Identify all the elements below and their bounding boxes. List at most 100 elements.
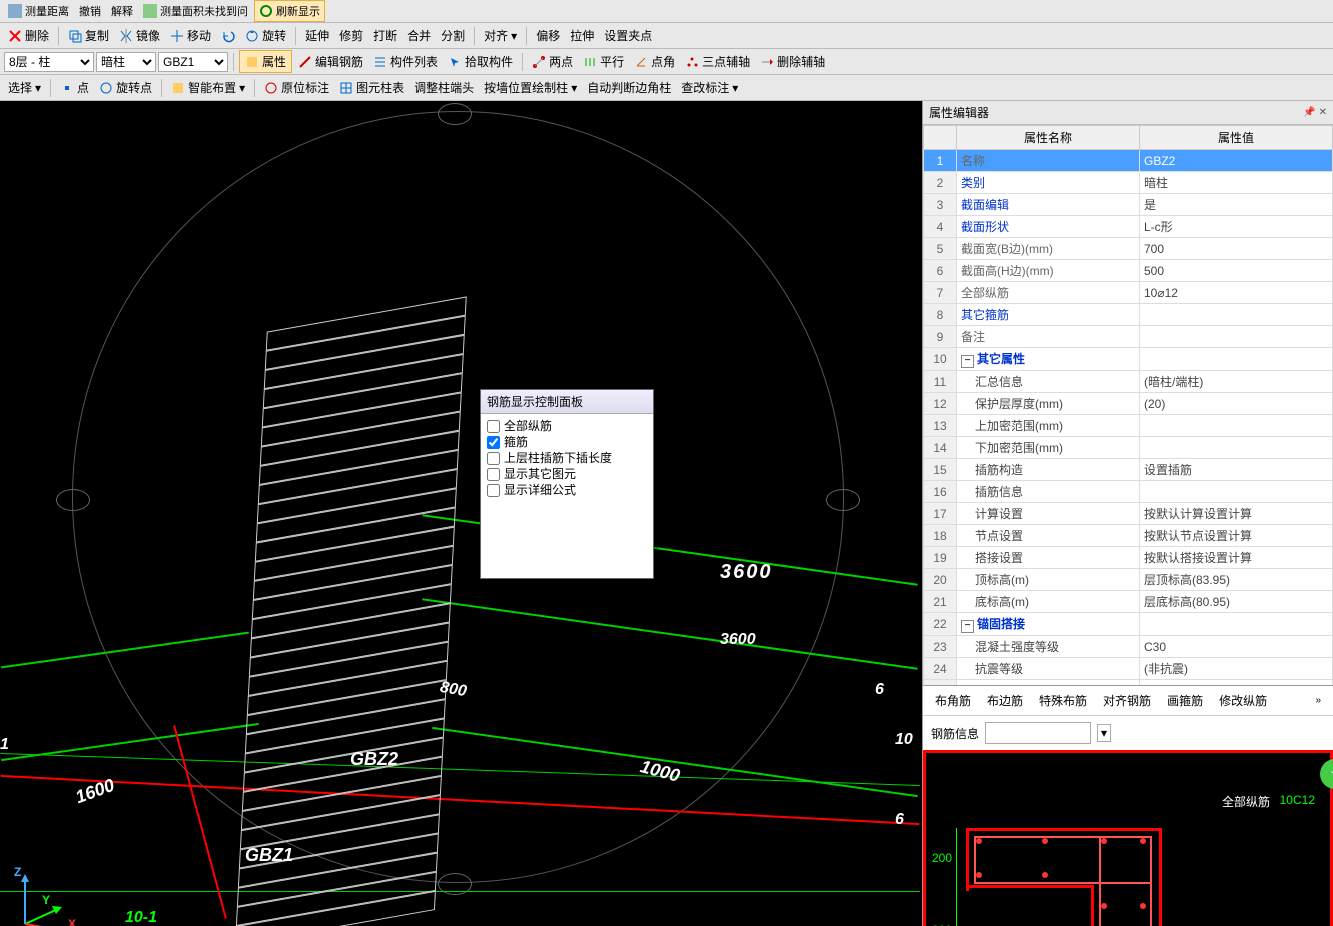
property-row[interactable]: 2类别暗柱 bbox=[924, 172, 1333, 194]
opt-show-other[interactable]: 显示其它图元 bbox=[487, 466, 647, 482]
property-row[interactable]: 6截面高(H边)(mm)500 bbox=[924, 260, 1333, 282]
component-list-button[interactable]: 构件列表 bbox=[369, 51, 442, 72]
property-row[interactable]: 20顶标高(m)层顶标高(83.95) bbox=[924, 569, 1333, 591]
attributes-button[interactable]: 属性 bbox=[239, 50, 292, 73]
property-row[interactable]: 11汇总信息(暗柱/端柱) bbox=[924, 371, 1333, 393]
split-button[interactable]: 分割 bbox=[437, 25, 469, 46]
setgrip-button[interactable]: 设置夹点 bbox=[600, 25, 656, 46]
property-row[interactable]: 4截面形状L-c形 bbox=[924, 216, 1333, 238]
auto-judge-button[interactable]: 自动判断边角柱 bbox=[583, 77, 675, 98]
property-row[interactable]: 7全部纵筋10⌀12 bbox=[924, 282, 1333, 304]
component-type-select[interactable]: 暗柱 bbox=[96, 52, 156, 72]
align-button[interactable]: 对齐 ▾ bbox=[480, 25, 521, 46]
property-row[interactable]: 23混凝土强度等级C30 bbox=[924, 636, 1333, 658]
3d-viewport[interactable]: document.write(Array(32).fill('<div clas… bbox=[0, 101, 922, 926]
component-name-select[interactable]: GBZ1 bbox=[158, 52, 228, 72]
rebar-info-input[interactable] bbox=[985, 722, 1091, 744]
tool-unknown-4[interactable]: 测量面积未找到问 bbox=[139, 1, 252, 21]
property-row[interactable]: 5截面宽(B边)(mm)700 bbox=[924, 238, 1333, 260]
pick-component-button[interactable]: 拾取构件 bbox=[444, 51, 517, 72]
rebar-dot bbox=[1140, 903, 1146, 909]
rebar-info-dropdown-icon[interactable]: ▾ bbox=[1097, 724, 1111, 742]
extend-button[interactable]: 延伸 bbox=[301, 25, 333, 46]
rotate-point-button[interactable]: 旋转点 bbox=[95, 77, 156, 98]
property-row[interactable]: 17计算设置按默认计算设置计算 bbox=[924, 503, 1333, 525]
property-row[interactable]: 9备注 bbox=[924, 326, 1333, 348]
opt-all-rebar[interactable]: 全部纵筋 bbox=[487, 418, 647, 434]
property-row[interactable]: 10−其它属性 bbox=[924, 348, 1333, 371]
view-handle-left[interactable] bbox=[56, 489, 90, 511]
elem-table-button[interactable]: 图元柱表 bbox=[335, 77, 408, 98]
dim-label: 6 bbox=[875, 681, 884, 699]
column-3d[interactable]: document.write(Array(32).fill('<div clas… bbox=[233, 296, 467, 926]
property-editor-title: 属性编辑器 📌 ✕ bbox=[923, 101, 1333, 125]
smart-layout-button[interactable]: 智能布置 ▾ bbox=[167, 77, 249, 98]
axis-label: 10-1 bbox=[125, 909, 157, 926]
rebar-display-control-dialog[interactable]: 钢筋显示控制面板 全部纵筋 箍筋 上层柱插筋下插长度 显示其它图元 显示详细公式 bbox=[480, 389, 654, 579]
tab-corner[interactable]: 布角筋 bbox=[931, 690, 975, 711]
beam-line bbox=[0, 891, 920, 892]
tab-modify[interactable]: 修改纵筋 bbox=[1215, 690, 1271, 711]
property-row[interactable]: 21底标高(m)层底标高(80.95) bbox=[924, 591, 1333, 613]
check-label-button[interactable]: 查改标注 ▾ bbox=[677, 77, 742, 98]
point-angle-button[interactable]: 点角 bbox=[630, 51, 679, 72]
separator bbox=[161, 79, 162, 97]
tab-stirrup[interactable]: 画箍筋 bbox=[1163, 690, 1207, 711]
merge-button[interactable]: 合并 bbox=[403, 25, 435, 46]
opt-upper-insert[interactable]: 上层柱插筋下插长度 bbox=[487, 450, 647, 466]
rotate-button[interactable]: 旋转 bbox=[241, 25, 290, 46]
point-button[interactable]: 点 bbox=[56, 77, 93, 98]
property-row[interactable]: 22−锚固搭接 bbox=[924, 613, 1333, 636]
edit-rebar-button[interactable]: 编辑钢筋 bbox=[294, 51, 367, 72]
section-preview[interactable]: 全部纵筋 10C12 200 300 500 200 ⟲ bbox=[923, 750, 1333, 926]
tool-unknown-1[interactable]: 测量距离 bbox=[4, 1, 73, 21]
select-button[interactable]: 选择 ▾ bbox=[4, 77, 45, 98]
property-row[interactable]: 13上加密范围(mm) bbox=[924, 415, 1333, 437]
property-row[interactable]: 18节点设置按默认节点设置计算 bbox=[924, 525, 1333, 547]
property-row[interactable]: 19搭接设置按默认搭接设置计算 bbox=[924, 547, 1333, 569]
stretch-button[interactable]: 拉伸 bbox=[566, 25, 598, 46]
rebar-dot bbox=[976, 838, 982, 844]
property-row[interactable]: 1名称GBZ2 bbox=[924, 150, 1333, 172]
break-button[interactable]: 打断 bbox=[369, 25, 401, 46]
tool-unknown-3[interactable]: 解释 bbox=[107, 1, 137, 21]
three-axis-button[interactable]: 三点辅轴 bbox=[681, 51, 754, 72]
dim-label: 1 bbox=[0, 736, 9, 754]
view-handle-right[interactable] bbox=[826, 489, 860, 511]
floor-select[interactable]: 8层 - 柱 bbox=[4, 52, 94, 72]
delete-axis-button[interactable]: 删除辅轴 bbox=[756, 51, 829, 72]
trim-button[interactable]: 修剪 bbox=[335, 25, 367, 46]
property-row[interactable]: 14下加密范围(mm) bbox=[924, 437, 1333, 459]
wall-pos-button[interactable]: 按墙位置绘制柱 ▾ bbox=[480, 77, 581, 98]
move-button[interactable]: 移动 bbox=[166, 25, 215, 46]
property-row[interactable]: 24抗震等级(非抗震) bbox=[924, 658, 1333, 680]
tab-special[interactable]: 特殊布筋 bbox=[1035, 690, 1091, 711]
tab-align[interactable]: 对齐钢筋 bbox=[1099, 690, 1155, 711]
refresh-display-button[interactable]: 刷新显示 bbox=[254, 0, 325, 22]
opt-stirrup[interactable]: 箍筋 bbox=[487, 434, 647, 450]
undo-button[interactable] bbox=[217, 27, 239, 45]
delete-button[interactable]: 删除 bbox=[4, 25, 53, 46]
orig-label-button[interactable]: 原位标注 bbox=[260, 77, 333, 98]
tabs-more-icon[interactable]: » bbox=[1311, 693, 1325, 708]
property-row[interactable]: 15插筋构造设置插筋 bbox=[924, 459, 1333, 481]
pin-icon[interactable]: 📌 ✕ bbox=[1303, 107, 1327, 118]
parallel-button[interactable]: 平行 bbox=[579, 51, 628, 72]
separator bbox=[50, 79, 51, 97]
copy-button[interactable]: 复制 bbox=[64, 25, 113, 46]
section-dim-200: 200 bbox=[932, 851, 952, 865]
tool-unknown-2[interactable]: 撤销 bbox=[75, 1, 105, 21]
opt-show-formula[interactable]: 显示详细公式 bbox=[487, 482, 647, 498]
offset-button[interactable]: 偏移 bbox=[532, 25, 564, 46]
view-handle-top[interactable] bbox=[438, 103, 472, 125]
property-row[interactable]: 16插筋信息 bbox=[924, 481, 1333, 503]
property-row[interactable]: 8其它箍筋 bbox=[924, 304, 1333, 326]
tab-edge[interactable]: 布边筋 bbox=[983, 690, 1027, 711]
property-grid[interactable]: 属性名称 属性值 1名称GBZ22类别暗柱3截面编辑是4截面形状L-c形5截面宽… bbox=[923, 125, 1333, 686]
separator bbox=[254, 79, 255, 97]
twopoint-button[interactable]: 两点 bbox=[528, 51, 577, 72]
adjust-end-button[interactable]: 调整柱端头 bbox=[410, 77, 478, 98]
property-row[interactable]: 3截面编辑是 bbox=[924, 194, 1333, 216]
mirror-button[interactable]: 镜像 bbox=[115, 25, 164, 46]
property-row[interactable]: 12保护层厚度(mm)(20) bbox=[924, 393, 1333, 415]
